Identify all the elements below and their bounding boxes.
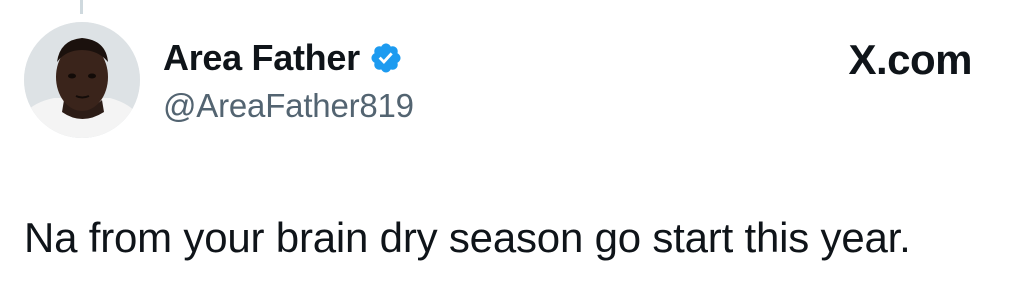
tweet-text: Na from your brain dry season go start t… bbox=[24, 214, 911, 261]
avatar[interactable] bbox=[24, 22, 140, 138]
display-name[interactable]: Area Father bbox=[163, 36, 360, 80]
author-handle[interactable]: @AreaFather819 bbox=[163, 84, 414, 128]
verified-badge-icon bbox=[369, 41, 403, 75]
x-com-watermark: X.com bbox=[848, 36, 972, 83]
thread-connector-line bbox=[80, 0, 83, 14]
profile-photo-icon bbox=[24, 22, 140, 138]
author-name-row: Area Father bbox=[163, 36, 403, 80]
